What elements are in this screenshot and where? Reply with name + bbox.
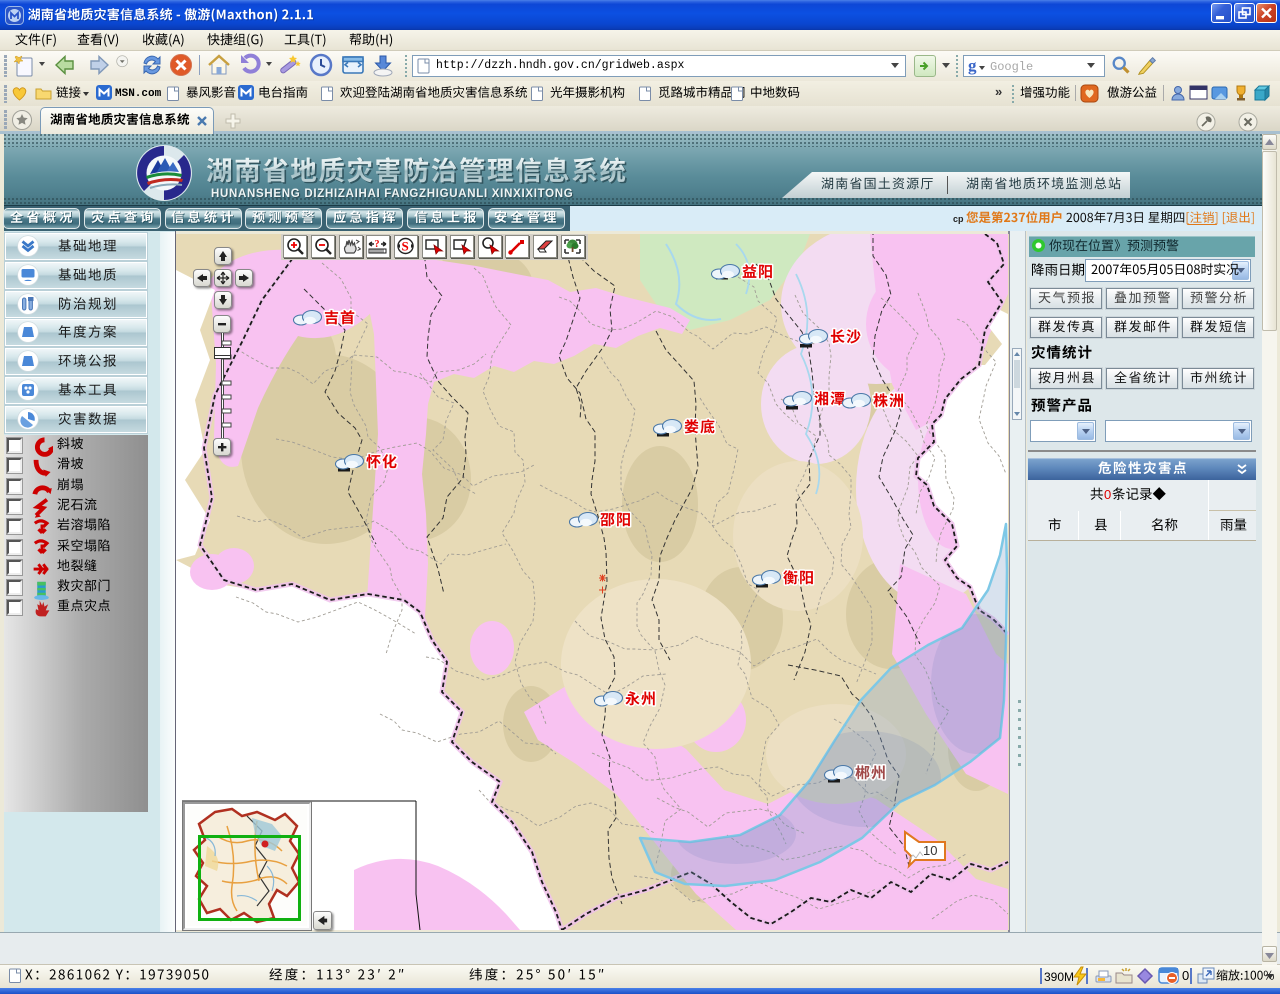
- svg-text:0: 0: [1104, 487, 1111, 502]
- svg-text:?: ?: [375, 239, 380, 250]
- svg-text:S: S: [402, 239, 409, 254]
- svg-text:cp: cp: [953, 214, 964, 224]
- svg-text:10: 10: [923, 843, 937, 858]
